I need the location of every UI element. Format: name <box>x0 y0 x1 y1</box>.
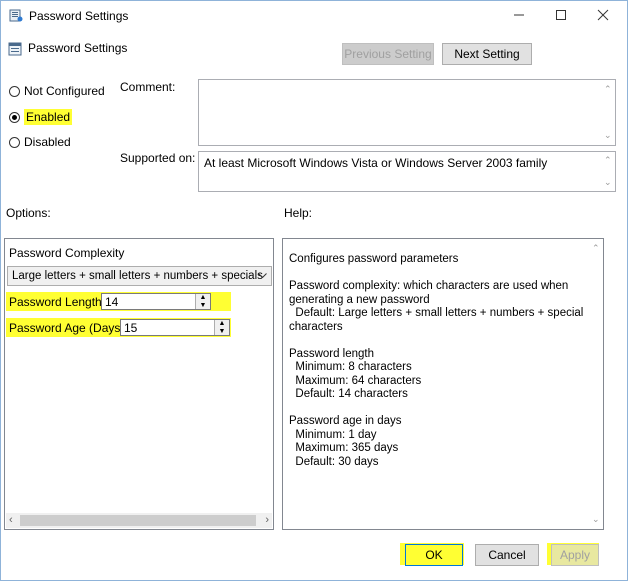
scroll-right-icon[interactable]: › <box>265 514 269 526</box>
help-scrollbar[interactable]: ⌃ ⌄ <box>589 239 603 529</box>
scroll-left-icon[interactable]: ‹ <box>9 514 13 526</box>
spin-down-icon[interactable]: ▼ <box>196 302 210 310</box>
password-age-value: 15 <box>124 321 138 335</box>
scroll-down-icon[interactable]: ⌄ <box>604 131 612 140</box>
spin-buttons[interactable]: ▲ ▼ <box>214 320 229 335</box>
hscroll-thumb[interactable] <box>20 515 256 526</box>
options-panel: Password Complexity Large letters + smal… <box>4 238 274 530</box>
radio-circle[interactable] <box>9 111 20 123</box>
radio-not-configured[interactable]: Not Configured <box>9 84 105 98</box>
previous-setting-button[interactable]: Previous Setting <box>342 43 434 65</box>
radio-label: Not Configured <box>24 84 105 98</box>
supported-on-label: Supported on: <box>120 151 196 165</box>
help-panel: Configures password parameters Password … <box>282 238 604 530</box>
window-title: Password Settings <box>29 9 129 23</box>
cancel-button[interactable]: Cancel <box>475 544 539 566</box>
radio-label: Disabled <box>24 135 71 149</box>
scroll-up-icon[interactable]: ⌃ <box>604 85 612 94</box>
scroll-down-icon[interactable]: ⌄ <box>592 515 600 524</box>
scroll-down-icon[interactable]: ⌄ <box>604 178 612 187</box>
page-title: Password Settings <box>28 41 128 55</box>
radio-disabled[interactable]: Disabled <box>9 135 71 149</box>
chevron-down-icon <box>258 273 267 279</box>
supported-scrollbar[interactable]: ⌃ ⌄ <box>601 152 615 191</box>
spin-buttons[interactable]: ▲ ▼ <box>195 294 210 309</box>
close-button[interactable] <box>583 2 623 28</box>
close-icon <box>597 9 609 21</box>
comment-scrollbar[interactable]: ⌃ ⌄ <box>601 80 615 145</box>
comment-label: Comment: <box>120 80 176 94</box>
radio-enabled[interactable]: Enabled <box>9 109 73 125</box>
password-age-stepper[interactable]: 15 ▲ ▼ <box>120 319 230 336</box>
help-text: Configures password parameters Password … <box>289 253 584 468</box>
password-complexity-select[interactable]: Large letters + small letters + numbers … <box>7 266 272 286</box>
title-bar[interactable]: Password Settings <box>1 1 627 29</box>
next-setting-button[interactable]: Next Setting <box>442 43 532 65</box>
password-length-value: 14 <box>105 295 119 309</box>
help-label: Help: <box>284 206 313 220</box>
spin-up-icon[interactable]: ▲ <box>215 320 229 328</box>
maximize-icon <box>556 10 566 20</box>
radio-circle[interactable] <box>9 136 20 148</box>
apply-button[interactable]: Apply <box>551 544 599 566</box>
policy-icon <box>8 42 22 56</box>
supported-on-box: At least Microsoft Windows Vista or Wind… <box>198 151 616 192</box>
scroll-up-icon[interactable]: ⌃ <box>604 156 612 165</box>
password-length-label: Password Length <box>9 295 102 309</box>
radio-circle[interactable] <box>9 85 20 97</box>
ok-button[interactable]: OK <box>405 544 463 566</box>
options-hscrollbar[interactable]: ‹ › <box>6 513 272 528</box>
minimize-icon <box>514 14 524 16</box>
password-age-label: Password Age (Days) <box>9 321 125 335</box>
password-complexity-label: Password Complexity <box>9 246 125 260</box>
spin-up-icon[interactable]: ▲ <box>196 294 210 302</box>
password-length-stepper[interactable]: 14 ▲ ▼ <box>101 293 211 310</box>
maximize-button[interactable] <box>541 2 581 28</box>
comment-textarea[interactable]: ⌃ ⌄ <box>198 79 616 146</box>
supported-on-value: At least Microsoft Windows Vista or Wind… <box>204 156 548 170</box>
radio-label: Enabled <box>24 109 73 125</box>
scroll-up-icon[interactable]: ⌃ <box>592 244 600 253</box>
options-label: Options: <box>6 206 51 220</box>
policy-icon <box>9 9 23 22</box>
spin-down-icon[interactable]: ▼ <box>215 328 229 336</box>
minimize-button[interactable] <box>499 2 539 28</box>
password-complexity-value: Large letters + small letters + numbers … <box>12 270 263 282</box>
